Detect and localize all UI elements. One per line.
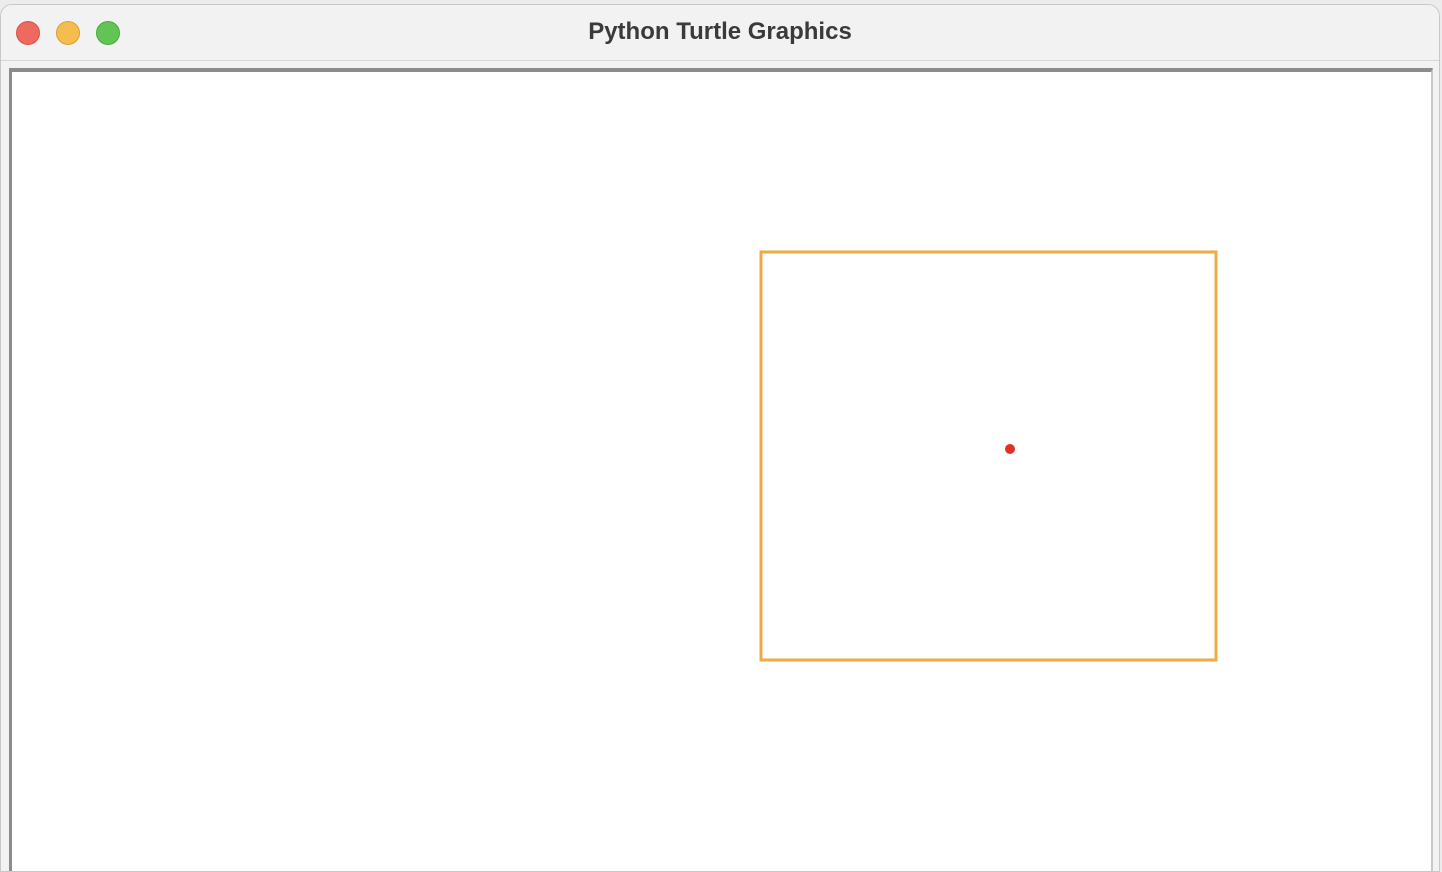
window-title: Python Turtle Graphics xyxy=(588,18,852,45)
turtle-drawing-surface xyxy=(759,250,1218,662)
window-titlebar[interactable]: Python Turtle Graphics xyxy=(1,5,1439,61)
turtle-graphics-window: Python Turtle Graphics xyxy=(0,4,1440,872)
turtle-canvas[interactable] xyxy=(9,68,1433,871)
turtle-dot xyxy=(1005,444,1015,454)
drawn-square xyxy=(759,250,1218,662)
